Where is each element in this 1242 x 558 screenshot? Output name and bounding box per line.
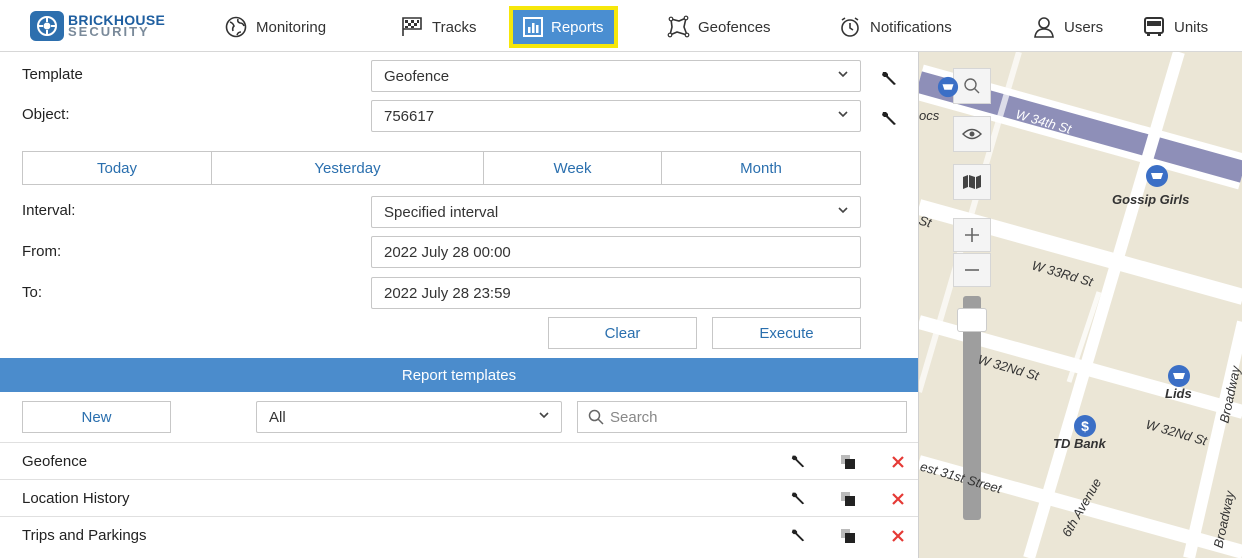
copy-icon[interactable] (840, 528, 856, 544)
template-filter-select[interactable]: All (256, 401, 562, 433)
to-date-input[interactable]: 2022 July 28 23:59 (371, 277, 861, 309)
nav-label-monitoring: Monitoring (256, 18, 327, 36)
object-label: Object: (22, 106, 70, 123)
user-icon (1034, 17, 1054, 38)
polygon-icon (667, 15, 690, 38)
eye-icon (962, 128, 982, 140)
wrench-icon[interactable] (790, 527, 806, 543)
report-templates-title: Report templates (401, 366, 517, 384)
delete-icon[interactable] (890, 528, 906, 544)
reports-panel: Template Geofence Object: 756617 Today Y… (0, 52, 918, 558)
interval-select-value: Specified interval (384, 203, 499, 221)
wrench-icon[interactable] (790, 453, 806, 469)
bar-chart-icon (523, 17, 543, 37)
from-label: From: (22, 243, 62, 260)
map-icon (963, 175, 981, 189)
nav-label-tracks: Tracks (432, 18, 477, 36)
poi-label: TD Bank (1053, 436, 1106, 451)
map-view[interactable]: ocs W 34th St St W 33Rd St W 32Nd St W 3… (918, 52, 1242, 558)
from-date-value: 2022 July 28 00:00 (384, 243, 511, 261)
template-select-value: Geofence (384, 67, 450, 85)
svg-text:$: $ (1081, 418, 1089, 434)
chevron-down-icon (838, 207, 848, 214)
chevron-down-icon (838, 111, 848, 118)
poi-label: Gossip Girls (1112, 192, 1190, 207)
period-today-button[interactable]: Today (23, 152, 212, 184)
search-icon (964, 78, 980, 94)
delete-icon[interactable] (890, 454, 906, 470)
plus-icon (965, 228, 979, 242)
template-row[interactable]: Trips and Parkings (0, 516, 918, 553)
new-template-button[interactable]: New (22, 401, 171, 433)
wrench-icon[interactable] (790, 490, 806, 506)
nav-item-tracks[interactable]: Tracks (400, 8, 476, 46)
interval-select[interactable]: Specified interval (371, 196, 861, 228)
clear-button[interactable]: Clear (548, 317, 697, 349)
template-select[interactable]: Geofence (371, 60, 861, 92)
delete-icon[interactable] (890, 491, 906, 507)
brand-sub: SECURITY (68, 24, 150, 39)
period-week-button[interactable]: Week (484, 152, 662, 184)
nav-label-reports: Reports (551, 18, 604, 36)
template-row[interactable]: Location History (0, 479, 918, 516)
period-selector: Today Yesterday Week Month (22, 151, 861, 185)
period-month-button[interactable]: Month (662, 152, 860, 184)
report-templates-header: Report templates (0, 358, 918, 392)
wrench-icon[interactable] (880, 109, 898, 127)
template-label: Template (22, 66, 83, 83)
nav-item-monitoring[interactable]: Monitoring (224, 8, 326, 46)
object-select[interactable]: 756617 (371, 100, 861, 132)
to-date-value: 2022 July 28 23:59 (384, 284, 511, 302)
shield-logo-icon (30, 11, 64, 41)
execute-button[interactable]: Execute (712, 317, 861, 349)
map-visibility-button[interactable] (953, 116, 991, 152)
minus-icon (965, 269, 979, 271)
globe-icon (225, 16, 247, 38)
street-label: ocs (919, 108, 940, 123)
nav-item-units[interactable]: Units (1142, 8, 1208, 46)
nav-label-users: Users (1064, 18, 1104, 36)
nav-label-notifications: Notifications (870, 18, 952, 36)
top-nav-bar: BRICKHOUSE SECURITY Monitoring Tracks Re… (0, 0, 1242, 52)
template-search-input[interactable]: Search (577, 401, 907, 433)
period-yesterday-button[interactable]: Yesterday (212, 152, 484, 184)
clock-bell-icon (841, 17, 859, 37)
poi-label: Lids (1165, 386, 1192, 401)
chevron-down-icon (539, 412, 549, 419)
zoom-slider-handle[interactable] (957, 308, 987, 332)
wrench-icon[interactable] (880, 69, 898, 87)
map-layers-button[interactable] (953, 164, 991, 200)
chevron-down-icon (838, 71, 848, 78)
to-label: To: (22, 284, 43, 301)
bank-poi-icon[interactable]: $ (1073, 414, 1097, 438)
nav-item-reports[interactable]: Reports (509, 6, 618, 48)
search-placeholder: Search (610, 408, 658, 426)
copy-icon[interactable] (840, 454, 856, 470)
template-row[interactable]: Geofence (0, 442, 918, 479)
interval-label: Interval: (22, 202, 76, 219)
shopping-poi-icon[interactable] (1145, 164, 1169, 188)
shopping-poi-icon[interactable] (937, 76, 959, 98)
template-filter-value: All (269, 408, 286, 426)
zoom-in-button[interactable] (953, 218, 991, 252)
nav-item-users[interactable]: Users (1032, 8, 1103, 46)
object-select-value: 756617 (384, 107, 435, 125)
copy-icon[interactable] (840, 491, 856, 507)
nav-label-units: Units (1174, 18, 1209, 36)
zoom-out-button[interactable] (953, 253, 991, 287)
template-row-name: Location History (22, 489, 130, 507)
search-icon (588, 409, 604, 425)
nav-item-notifications[interactable]: Notifications (838, 8, 952, 46)
checkered-flag-icon (402, 17, 422, 36)
nav-label-geofences: Geofences (698, 18, 771, 36)
template-row-name: Geofence (22, 452, 88, 470)
brand-logo[interactable]: BRICKHOUSE SECURITY (30, 10, 165, 42)
template-row-name: Trips and Parkings (22, 526, 147, 544)
from-date-input[interactable]: 2022 July 28 00:00 (371, 236, 861, 268)
shopping-poi-icon[interactable] (1167, 364, 1191, 388)
bus-icon (1144, 17, 1164, 36)
nav-item-geofences[interactable]: Geofences (666, 8, 771, 46)
